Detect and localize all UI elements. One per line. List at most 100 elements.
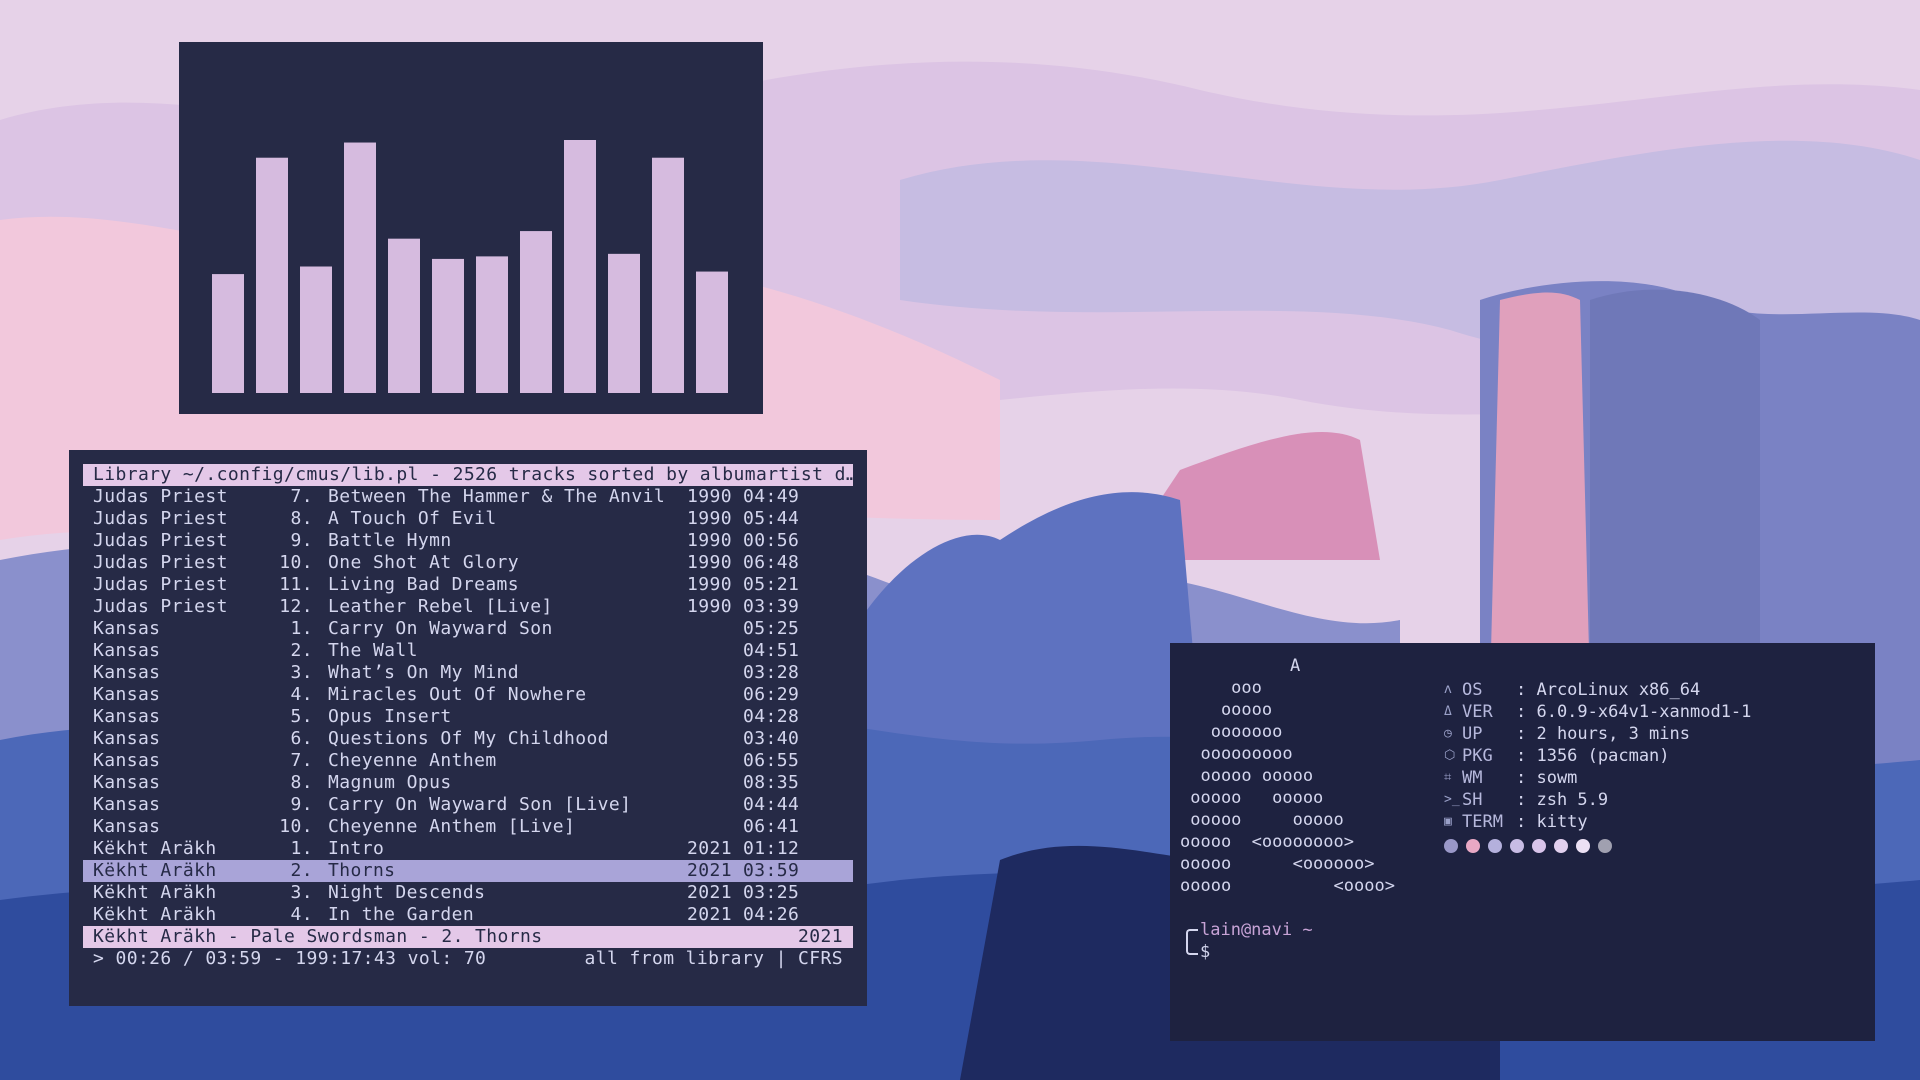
palette-dot xyxy=(1598,839,1612,853)
visualizer-bar xyxy=(520,231,552,393)
track-duration: 08:35 xyxy=(743,772,800,793)
palette-dot xyxy=(1532,839,1546,853)
track-number: 8. xyxy=(290,772,313,793)
track-year: 2021 xyxy=(687,860,732,881)
track-number: 12. xyxy=(279,596,313,617)
track-row[interactable]: Këkht Aräkh 1. Intro 2021 01:12 xyxy=(83,838,853,860)
track-row[interactable]: Kansas 6. Questions Of My Childhood 03:40 xyxy=(83,728,853,750)
track-row[interactable]: Këkht Aräkh 3. Night Descends 2021 03:25 xyxy=(83,882,853,904)
shell-prompt[interactable]: lain@navi ~ $ xyxy=(1186,919,1313,963)
track-row[interactable]: Kansas 1. Carry On Wayward Son 05:25 xyxy=(83,618,853,640)
ascii-logo-line: ooooooooo xyxy=(1180,744,1293,764)
arch-ascii-logo: ooo ooooo ooooooo ooooooooo ooooo ooooo … xyxy=(1180,677,1395,897)
track-duration: 06:41 xyxy=(743,816,800,837)
ascii-logo-line: ooooo <oooooooo> xyxy=(1180,832,1354,852)
track-title: In the Garden xyxy=(328,904,475,925)
palette-dot xyxy=(1488,839,1502,853)
track-row[interactable]: Kansas 4. Miracles Out Of Nowhere 06:29 xyxy=(83,684,853,706)
visualizer-bar xyxy=(608,253,640,393)
track-number: 11. xyxy=(279,574,313,595)
track-artist: Kansas xyxy=(93,728,161,749)
info-label: VER xyxy=(1462,702,1493,722)
track-number: 3. xyxy=(290,882,313,903)
track-row[interactable]: Judas Priest 12. Leather Rebel [Live] 1990 0… xyxy=(83,596,853,618)
palette-dot xyxy=(1510,839,1524,853)
track-artist: Judas Priest xyxy=(93,596,228,617)
cmus-terminal-window[interactable]: Library ~/.config/cmus/lib.pl - 2526 tra… xyxy=(69,450,867,1006)
flame-icon: Δ xyxy=(1444,704,1452,719)
info-label: UP xyxy=(1462,724,1483,744)
track-artist: Këkht Aräkh xyxy=(93,882,217,903)
track-number: 8. xyxy=(290,508,313,529)
track-row[interactable]: Kansas 8. Magnum Opus 08:35 xyxy=(83,772,853,794)
system-info: ʌ OS: ArcoLinux x86_64 Δ VER: 6.0.9-x64v1-x… xyxy=(1444,679,1751,853)
palette-dot xyxy=(1466,839,1480,853)
info-line-sh: >_ SH: zsh 5.9 xyxy=(1444,789,1751,811)
visualizer-bar xyxy=(696,271,728,393)
ascii-logo-line: ooooo <oooooo> xyxy=(1180,854,1375,874)
track-title: One Shot At Glory xyxy=(328,552,520,573)
track-duration: 03:39 xyxy=(743,596,800,617)
track-number: 7. xyxy=(290,750,313,771)
playback-status: > 00:26 / 03:59 - 199:17:43 vol: 70 xyxy=(93,948,487,969)
prompt-bracket xyxy=(1186,929,1198,955)
track-row[interactable]: Kansas 9. Carry On Wayward Son [Live] 04:44 xyxy=(83,794,853,816)
visualizer-bar xyxy=(388,238,420,393)
ascii-logo-line: ooooo <oooo> xyxy=(1180,876,1395,896)
info-value: : 1356 (pacman) xyxy=(1516,746,1670,766)
track-row[interactable]: Këkht Aräkh 2. Thorns 2021 03:59 xyxy=(83,860,853,882)
track-number: 4. xyxy=(290,684,313,705)
track-title: Cheyenne Anthem xyxy=(328,750,497,771)
track-row[interactable]: Judas Priest 7. Between The Hammer & The A… xyxy=(83,486,853,508)
track-duration: 01:12 xyxy=(743,838,800,859)
track-number: 6. xyxy=(290,728,313,749)
track-duration: 06:29 xyxy=(743,684,800,705)
track-row[interactable]: Judas Priest 10. One Shot At Glory 1990 06:4… xyxy=(83,552,853,574)
visualizer-bar xyxy=(300,266,332,393)
track-row[interactable]: Kansas 7. Cheyenne Anthem 06:55 xyxy=(83,750,853,772)
track-row[interactable]: Këkht Aräkh 4. In the Garden 2021 04:26 xyxy=(83,904,853,926)
info-value: : zsh 5.9 xyxy=(1516,790,1609,810)
track-number: 4. xyxy=(290,904,313,925)
prompt-user-host: lain@navi ~ xyxy=(1200,920,1313,940)
visualizer-bar xyxy=(564,140,596,393)
info-line-up: ◷ UP: 2 hours, 3 mins xyxy=(1444,723,1751,745)
info-line-ver: Δ VER: 6.0.9-x64v1-xanmod1-1 xyxy=(1444,701,1751,723)
track-row[interactable]: Kansas 2. The Wall 04:51 xyxy=(83,640,853,662)
track-artist: Judas Priest xyxy=(93,508,228,529)
track-duration: 04:51 xyxy=(743,640,800,661)
info-line-wm: ⌗ WM: sowm xyxy=(1444,767,1751,789)
track-row[interactable]: Judas Priest 11. Living Bad Dreams 1990 05:2… xyxy=(83,574,853,596)
track-duration: 04:28 xyxy=(743,706,800,727)
visualizer-bar xyxy=(476,256,508,393)
palette-dot xyxy=(1576,839,1590,853)
track-duration: 04:44 xyxy=(743,794,800,815)
play-mode-flags: all from library | CFRS xyxy=(584,948,843,969)
track-title: Carry On Wayward Son [Live] xyxy=(328,794,632,815)
fetch-terminal-window[interactable]: A ooo ooooo ooooooo ooooooooo ooooo oooo… xyxy=(1170,643,1875,1041)
track-row[interactable]: Judas Priest 9. Battle Hymn 1990 00:56 xyxy=(83,530,853,552)
info-value: : kitty xyxy=(1516,812,1588,832)
track-duration: 03:40 xyxy=(743,728,800,749)
track-title: Magnum Opus xyxy=(328,772,452,793)
arch-logo-top: A xyxy=(1290,656,1301,676)
track-duration: 05:21 xyxy=(743,574,800,595)
info-label: TERM xyxy=(1462,812,1503,832)
track-year: 2021 xyxy=(687,904,732,925)
track-title: The Wall xyxy=(328,640,418,661)
visualizer-bar xyxy=(256,157,288,393)
track-artist: Judas Priest xyxy=(93,530,228,551)
track-title: Between The Hammer & The Anvil xyxy=(328,486,666,507)
visualizer-bar xyxy=(652,157,684,393)
track-row[interactable]: Kansas 3. What’s On My Mind 03:28 xyxy=(83,662,853,684)
track-number: 5. xyxy=(290,706,313,727)
track-row[interactable]: Kansas 10. Cheyenne Anthem [Live] 06:41 xyxy=(83,816,853,838)
track-title: Thorns xyxy=(328,860,396,881)
track-number: 1. xyxy=(290,838,313,859)
track-row[interactable]: Kansas 5. Opus Insert 04:28 xyxy=(83,706,853,728)
window-icon: ⌗ xyxy=(1444,770,1452,785)
track-title: What’s On My Mind xyxy=(328,662,520,683)
now-playing-bar: Këkht Aräkh - Pale Swordsman - 2. Thorns… xyxy=(83,926,853,948)
ascii-logo-line: ooooo ooooo xyxy=(1180,788,1324,808)
track-row[interactable]: Judas Priest 8. A Touch Of Evil 1990 05:44 xyxy=(83,508,853,530)
